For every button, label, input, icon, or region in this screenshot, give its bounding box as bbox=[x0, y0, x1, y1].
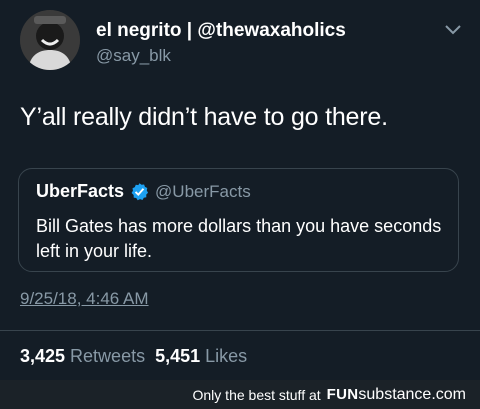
likes-count: 5,451 bbox=[155, 346, 201, 366]
watermark-footer: Only the best stuff at FUN substance.com bbox=[0, 380, 480, 409]
retweets-label[interactable]: Retweets bbox=[70, 346, 145, 367]
footer-tagline: Only the best stuff at bbox=[192, 386, 321, 403]
brand-rest: substance.com bbox=[358, 385, 466, 403]
quoted-author-name: UberFacts bbox=[36, 181, 125, 201]
quoted-author-handle: @UberFacts bbox=[155, 181, 251, 201]
quoted-tweet-header: UberFacts @UberFacts bbox=[36, 181, 251, 202]
author-handle[interactable]: @say_blk bbox=[96, 46, 171, 66]
tweet-text: Y’all really didn’t have to go there. bbox=[20, 103, 388, 131]
brand-fun: FUN bbox=[326, 386, 359, 403]
quoted-tweet-text: Bill Gates has more dollars than you hav… bbox=[36, 216, 442, 261]
tweet-card: el negrito | @thewaxaholics @say_blk Y’a… bbox=[0, 0, 480, 380]
author-name[interactable]: el negrito | @thewaxaholics bbox=[96, 20, 346, 42]
funsubstance-logo: FUN substance.com bbox=[327, 386, 466, 404]
quoted-tweet[interactable]: UberFacts @UberFacts Bill Gates has more… bbox=[18, 168, 459, 272]
tweet-stats: 3,425 Retweets 5,451 Likes bbox=[20, 346, 257, 367]
avatar-photo-icon bbox=[20, 10, 80, 70]
likes-label[interactable]: Likes bbox=[205, 346, 247, 367]
author-avatar[interactable] bbox=[20, 10, 80, 70]
verified-badge-icon bbox=[131, 183, 149, 201]
tweet-header: el negrito | @thewaxaholics @say_blk bbox=[20, 6, 470, 76]
retweets-count: 3,425 bbox=[20, 346, 66, 366]
tweet-timestamp[interactable]: 9/25/18, 4:46 AM bbox=[20, 289, 149, 309]
chevron-down-icon[interactable] bbox=[444, 24, 462, 36]
divider bbox=[0, 330, 480, 331]
